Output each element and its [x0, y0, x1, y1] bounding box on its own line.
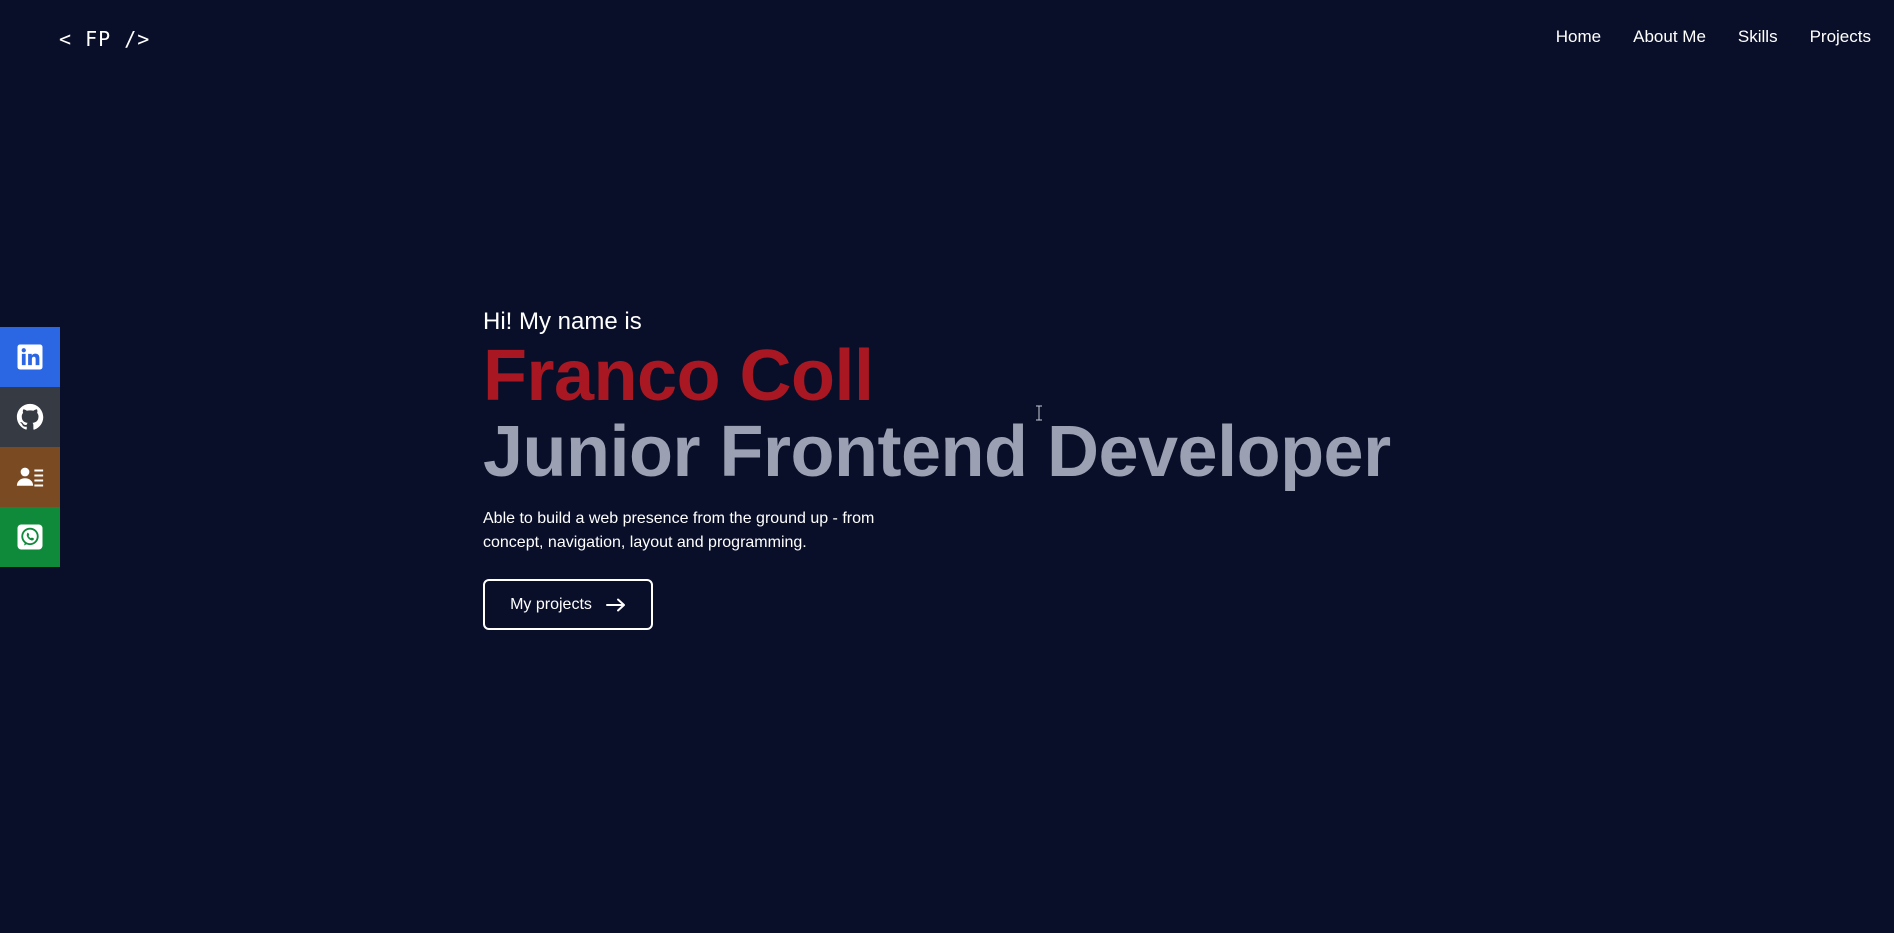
site-logo[interactable]: < FP />: [59, 27, 150, 51]
arrow-right-icon: [605, 598, 625, 611]
page: < FP /> Home About Me Skills Projects Hi…: [0, 0, 1894, 933]
whatsapp-icon: [17, 524, 43, 550]
main-nav: Home About Me Skills Projects: [1556, 27, 1871, 47]
linkedin-link[interactable]: [0, 327, 60, 387]
my-projects-label: My projects: [510, 595, 592, 613]
resume-link[interactable]: [0, 447, 60, 507]
hero-section: Hi! My name is Franco Coll Junior Fronte…: [483, 307, 1391, 630]
nav-about-me[interactable]: About Me: [1633, 27, 1706, 47]
hero-greeting: Hi! My name is: [483, 308, 642, 335]
nav-home[interactable]: Home: [1556, 27, 1601, 47]
hero-name: Franco Coll: [483, 336, 874, 416]
whatsapp-link[interactable]: [0, 507, 60, 567]
github-icon: [16, 403, 44, 430]
my-projects-button[interactable]: My projects: [483, 579, 653, 630]
linkedin-icon: [17, 344, 43, 370]
contact-card-icon: [16, 467, 44, 487]
social-sidebar: [0, 327, 60, 567]
hero-role: Junior Frontend Developer: [483, 412, 1391, 492]
hero-description: Able to build a web presence from the gr…: [483, 510, 875, 551]
text-cursor-icon: [1036, 405, 1042, 421]
nav-projects[interactable]: Projects: [1810, 27, 1871, 47]
github-link[interactable]: [0, 387, 60, 447]
nav-skills[interactable]: Skills: [1738, 27, 1778, 47]
